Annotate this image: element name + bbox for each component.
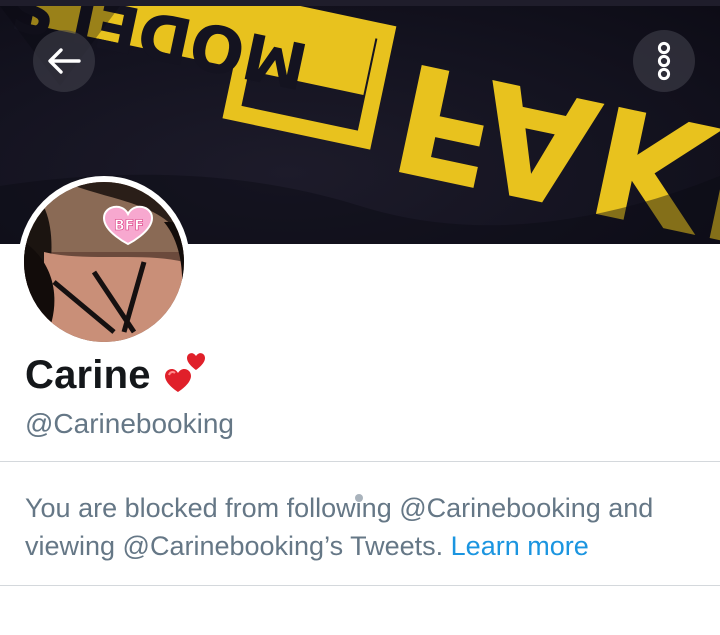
arrow-left-icon xyxy=(48,48,81,74)
divider xyxy=(0,585,720,586)
profile-handle: @Carinebooking xyxy=(25,408,234,439)
more-options-button[interactable] xyxy=(633,30,695,92)
back-button[interactable] xyxy=(33,30,95,92)
divider xyxy=(0,461,720,462)
avatar-badge-text: BFF xyxy=(114,218,144,234)
learn-more-link[interactable]: Learn more xyxy=(451,531,589,561)
display-name-row: Carine xyxy=(25,350,211,400)
blocked-notice: You are blocked from following @Carinebo… xyxy=(25,489,705,565)
scroll-indicator xyxy=(355,494,363,502)
avatar-image: BFF xyxy=(24,182,184,342)
two-hearts-icon xyxy=(164,353,205,392)
more-vertical-icon xyxy=(657,41,671,81)
profile-avatar[interactable]: BFF xyxy=(18,176,190,348)
display-name: Carine xyxy=(25,352,151,397)
